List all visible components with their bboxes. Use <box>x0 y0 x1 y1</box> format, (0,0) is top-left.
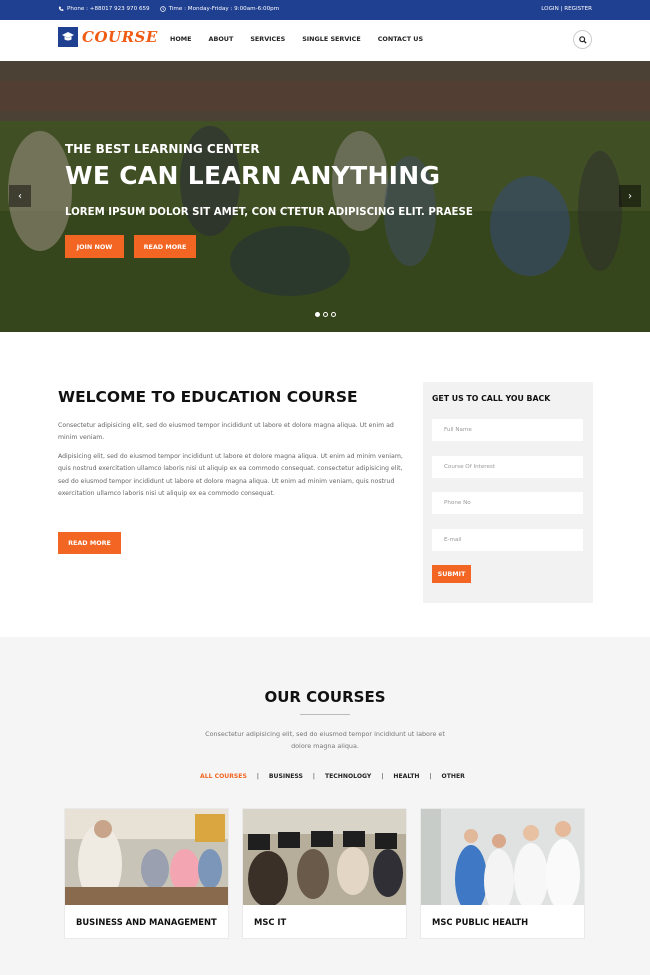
filter-all-courses[interactable]: ALL COURSES <box>200 773 247 780</box>
welcome-paragraph-2: Adipisicing elit, sed do eiusmod tempor … <box>58 453 403 498</box>
courses-description: Consectetur adipisicing elit, sed do eiu… <box>205 730 445 751</box>
courses-section: OUR COURSES Consectetur adipisicing elit… <box>0 637 650 975</box>
course-card-msc-it[interactable]: MSC IT <box>242 808 407 939</box>
nav-single-service[interactable]: SINGLE SERVICE <box>302 35 361 43</box>
nav-contact-us[interactable]: CONTACT US <box>378 35 423 43</box>
chevron-right-icon: › <box>628 190 632 202</box>
main-nav: HOME ABOUT SERVICES SINGLE SERVICE CONTA… <box>170 35 440 43</box>
email-input[interactable] <box>432 529 583 551</box>
clock-icon <box>159 6 166 12</box>
slider-dots <box>315 312 336 317</box>
contact-info: Phone : +88017 923 970 659 Time : Monday… <box>58 6 279 12</box>
course-interest-input[interactable] <box>432 456 583 478</box>
course-title-business: BUSINESS AND MANAGEMENT <box>76 917 217 927</box>
phone-info: Phone : +88017 923 970 659 <box>58 6 150 12</box>
graduation-cap-icon <box>58 27 78 47</box>
course-image-business <box>65 809 228 905</box>
filter-separator: | <box>381 773 384 780</box>
welcome-read-more-button[interactable]: READ MORE <box>58 532 121 554</box>
search-icon <box>578 35 587 44</box>
nav-about[interactable]: ABOUT <box>209 35 234 43</box>
nav-services[interactable]: SERVICES <box>250 35 285 43</box>
phone-input[interactable] <box>432 492 583 514</box>
site-header: COURSE HOME ABOUT SERVICES SINGLE SERVIC… <box>0 20 650 61</box>
course-image-msc-it <box>243 809 406 905</box>
course-image-public-health <box>421 809 584 905</box>
chevron-left-icon: ‹ <box>18 190 22 202</box>
site-logo[interactable]: COURSE <box>58 27 158 47</box>
filter-technology[interactable]: TECHNOLOGY <box>325 773 371 780</box>
course-title-msc-it: MSC IT <box>254 917 287 927</box>
filter-separator: | <box>429 773 432 780</box>
slider-next-button[interactable]: › <box>619 185 641 207</box>
slider-dot-3[interactable] <box>331 312 336 317</box>
time-info: Time : Monday-Friday : 9:00am-6:00pm <box>159 6 280 12</box>
time-text: Time : Monday-Friday : 9:00am-6:00pm <box>168 6 280 12</box>
filter-separator: | <box>256 773 259 780</box>
course-card-business[interactable]: BUSINESS AND MANAGEMENT <box>64 808 229 939</box>
slider-dot-1[interactable] <box>315 312 320 317</box>
join-now-button[interactable]: JOIN NOW <box>65 235 124 258</box>
full-name-input[interactable] <box>432 419 583 441</box>
welcome-title: WELCOME TO EDUCATION COURSE <box>58 388 358 406</box>
hero-subtitle: THE BEST LEARNING CENTER <box>65 142 260 156</box>
slider-prev-button[interactable]: ‹ <box>9 185 31 207</box>
filter-other[interactable]: OTHER <box>442 773 465 780</box>
slider-dot-2[interactable] <box>323 312 328 317</box>
hero-read-more-button[interactable]: READ MORE <box>134 235 196 258</box>
submit-button[interactable]: SUBMIT <box>432 565 471 583</box>
nav-home[interactable]: HOME <box>170 35 192 43</box>
course-filters: ALL COURSES | BUSINESS | TECHNOLOGY | HE… <box>200 773 465 780</box>
hero-overlay <box>0 61 650 332</box>
hero-title: WE CAN LEARN ANYTHING <box>65 161 441 190</box>
search-button[interactable] <box>573 30 592 49</box>
phone-icon <box>58 6 64 11</box>
course-card-public-health[interactable]: MSC PUBLIC HEALTH <box>420 808 585 939</box>
callback-title: GET US TO CALL YOU BACK <box>432 394 551 403</box>
course-title-public-health: MSC PUBLIC HEALTH <box>432 917 529 927</box>
filter-health[interactable]: HEALTH <box>393 773 419 780</box>
callback-form: GET US TO CALL YOU BACK SUBMIT <box>423 382 593 603</box>
logo-text: COURSE <box>82 28 158 46</box>
welcome-paragraph-1: Consectetur adipisicing elit, sed do eiu… <box>58 422 394 442</box>
hero-slider: THE BEST LEARNING CENTER WE CAN LEARN AN… <box>0 61 650 332</box>
filter-business[interactable]: BUSINESS <box>269 773 303 780</box>
top-bar: Phone : +88017 923 970 659 Time : Monday… <box>0 0 650 20</box>
title-divider <box>300 714 350 715</box>
filter-separator: | <box>312 773 315 780</box>
hero-description: LOREM IPSUM DOLOR SIT AMET, CON CTETUR A… <box>65 207 473 218</box>
login-register-link[interactable]: LOGIN | REGISTER <box>541 6 592 12</box>
phone-text: Phone : +88017 923 970 659 <box>67 6 150 12</box>
courses-title: OUR COURSES <box>264 688 386 706</box>
